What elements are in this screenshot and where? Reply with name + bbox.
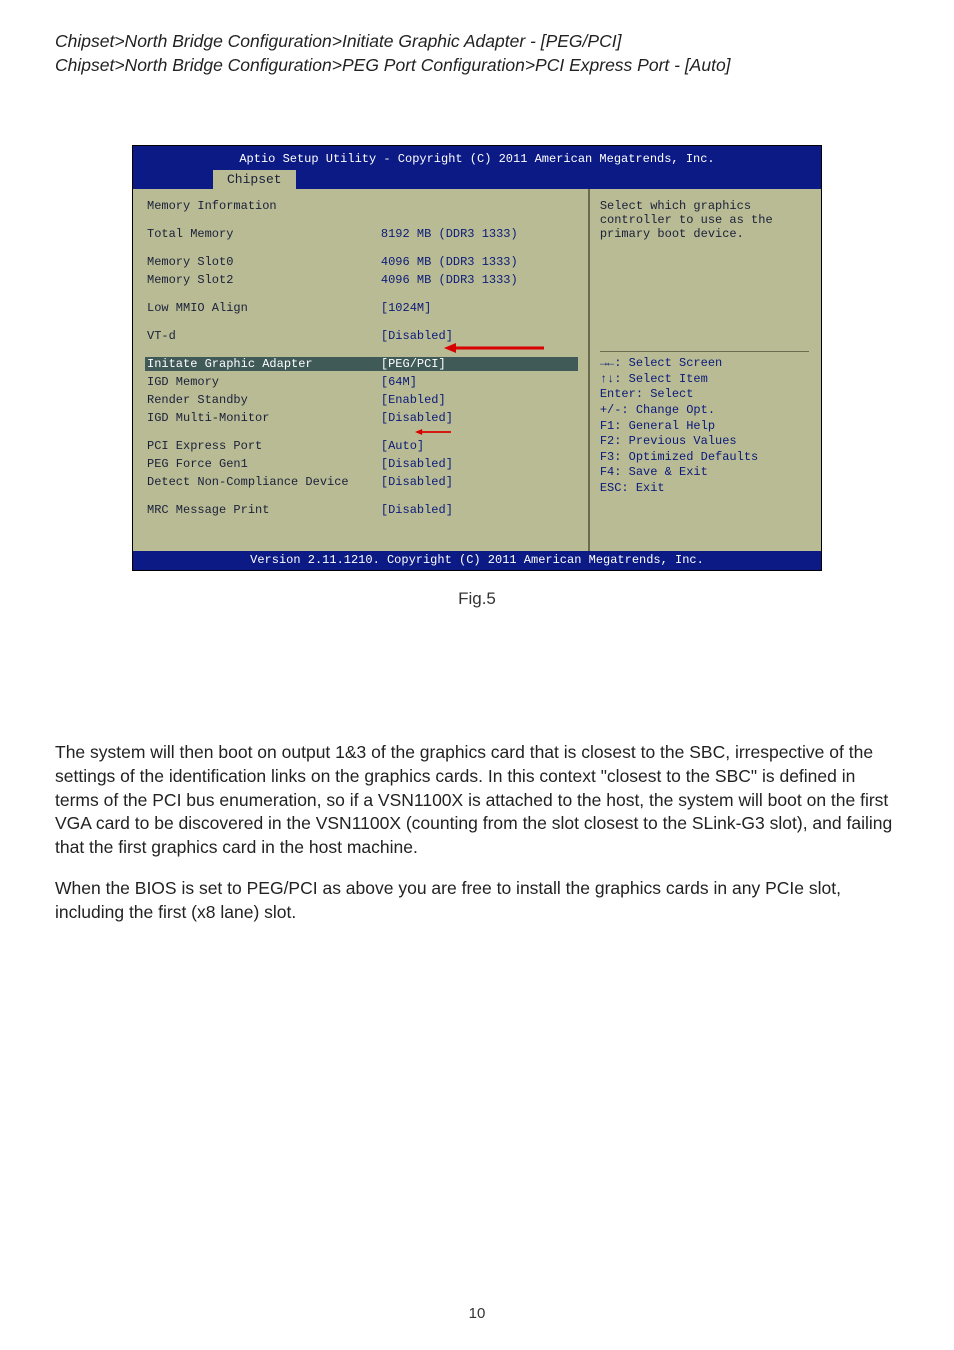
opt-mrc-print[interactable]: MRC Message Print [147,503,381,517]
val-pci-express-port: [Auto] [381,439,576,453]
bios-tab-chipset[interactable]: Chipset [213,170,296,189]
page-number: 10 [0,1305,954,1322]
val-slot0: 4096 MB (DDR3 1333) [381,255,576,269]
help-text-line: primary boot device. [600,227,809,241]
breadcrumb-line-2: Chipset>North Bridge Configuration>PEG P… [55,54,899,78]
bios-help-panel: Select which graphics controller to use … [588,189,821,551]
val-multi-monitor: [Disabled] [381,411,576,425]
help-key: F3: Optimized Defaults [600,450,809,466]
section-heading: Memory Information [147,199,381,213]
opt-multi-monitor[interactable]: IGD Multi-Monitor [147,411,381,425]
opt-init-gfx-label: Initate Graphic Adapter [147,357,381,371]
bios-screenshot: Aptio Setup Utility - Copyright (C) 2011… [132,145,822,571]
val-igd-memory: [64M] [381,375,576,389]
opt-vtd[interactable]: VT-d [147,329,381,343]
help-key: F1: General Help [600,419,809,435]
opt-render-standby[interactable]: Render Standby [147,393,381,407]
opt-low-mmio[interactable]: Low MMIO Align [147,301,381,315]
bios-options-panel: Memory Information Total Memory8192 MB (… [133,189,588,551]
paragraph: When the BIOS is set to PEG/PCI as above… [55,877,899,924]
help-divider [600,351,809,352]
opt-peg-gen1[interactable]: PEG Force Gen1 [147,457,381,471]
opt-slot2: Memory Slot2 [147,273,381,287]
bios-header: Aptio Setup Utility - Copyright (C) 2011… [133,146,821,189]
val-slot2: 4096 MB (DDR3 1333) [381,273,576,287]
help-key: F4: Save & Exit [600,465,809,481]
help-text: Select which graphics controller to use … [600,199,809,241]
bios-body: Memory Information Total Memory8192 MB (… [133,189,821,551]
val-init-gfx: [PEG/PCI] [381,357,576,371]
callout-arrow-icon [415,425,475,439]
help-text-line: Select which graphics [600,199,809,213]
help-key: +/-: Change Opt. [600,403,809,419]
val-mrc-print: [Disabled] [381,503,576,517]
help-text-line: controller to use as the [600,213,809,227]
val-peg-gen1: [Disabled] [381,457,576,471]
body-text: The system will then boot on output 1&3 … [55,741,899,924]
bios-footer: Version 2.11.1210. Copyright (C) 2011 Am… [133,551,821,570]
opt-igd-memory[interactable]: IGD Memory [147,375,381,389]
bios-title: Aptio Setup Utility - Copyright (C) 2011… [133,152,821,166]
paragraph: The system will then boot on output 1&3 … [55,741,899,859]
opt-slot0: Memory Slot0 [147,255,381,269]
opt-total-memory: Total Memory [147,227,381,241]
val-low-mmio: [1024M] [381,301,576,315]
help-key: ↑↓: Select Item [600,372,809,388]
opt-detect-nc[interactable]: Detect Non-Compliance Device [147,475,381,489]
breadcrumb: Chipset>North Bridge Configuration>Initi… [55,30,899,77]
help-key: ESC: Exit [600,481,809,497]
figure-caption: Fig.5 [55,589,899,609]
help-key: F2: Previous Values [600,434,809,450]
opt-init-graphic-adapter[interactable]: Initate Graphic Adapter [PEG/PCI] [145,357,578,371]
opt-pci-express-port[interactable]: PCI Express Port [147,439,381,453]
breadcrumb-line-1: Chipset>North Bridge Configuration>Initi… [55,30,899,54]
help-key: →←: Select Screen [600,356,809,372]
help-key: Enter: Select [600,387,809,403]
val-render-standby: [Enabled] [381,393,576,407]
val-total-memory: 8192 MB (DDR3 1333) [381,227,576,241]
val-detect-nc: [Disabled] [381,475,576,489]
callout-arrow-icon [443,341,545,355]
help-key-list: →←: Select Screen ↑↓: Select Item Enter:… [600,356,809,496]
